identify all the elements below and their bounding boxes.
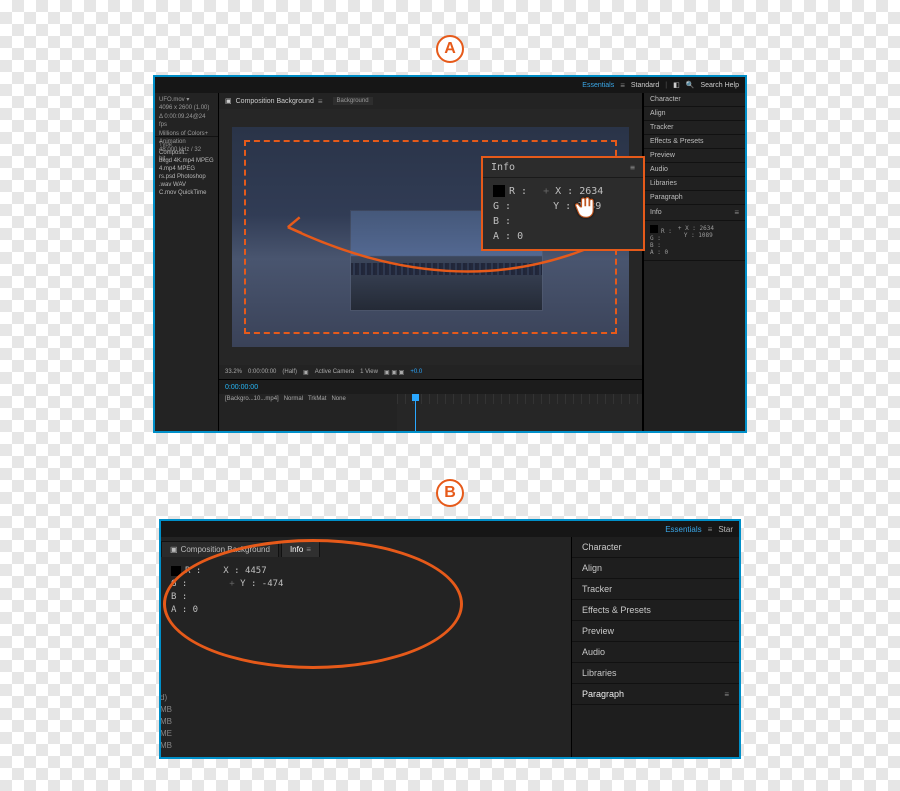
marker-a: A xyxy=(436,35,464,63)
sidebar-item-tracker[interactable]: Tracker xyxy=(572,579,739,600)
docked-panel-group[interactable]: ▣ Composition Background Info ≡ R : G : … xyxy=(161,537,571,757)
comp-tab-bar: ▣ Composition Background ≡ Background xyxy=(219,93,642,109)
workspace-overflow[interactable]: Star xyxy=(718,525,733,534)
sidebar-item-audio[interactable]: Audio xyxy=(644,163,745,177)
project-item-info: UFO.mov ▾ 4096 x 2600 (1.00) Δ 0:00:09.2… xyxy=(155,93,218,137)
composition-panel: ▣ Composition Background ≡ Background xyxy=(219,93,643,431)
timeline-panel[interactable]: 0:00:00:00 [Backgro...10...mp4] Normal T… xyxy=(219,379,642,431)
workspace-essentials[interactable]: Essentials xyxy=(665,525,701,534)
panel-menu-icon[interactable]: ≡ xyxy=(318,97,323,106)
tab-composition[interactable]: ▣ Composition Background xyxy=(161,541,279,557)
comp-tab-title[interactable]: Composition Background xyxy=(236,98,314,105)
comp-icon: ▣ xyxy=(170,545,178,554)
list-item[interactable]: C.mov QuickTime xyxy=(155,189,218,197)
info-panel-title: Info xyxy=(491,162,515,173)
sidebar-item-preview[interactable]: Preview xyxy=(644,149,745,163)
info-panel-docked: R : G : B : A : 0 + X : 2634 Y : 1089 xyxy=(644,221,745,261)
tab-info[interactable]: Info ≡ xyxy=(281,541,320,557)
divider: | xyxy=(665,82,667,89)
workspace-essentials[interactable]: Essentials xyxy=(582,82,614,89)
sidebar-item-preview[interactable]: Preview xyxy=(572,621,739,642)
sidebar-item-align[interactable]: Align xyxy=(572,558,739,579)
camera-view[interactable]: Active Camera xyxy=(315,369,354,375)
sidebar-item-audio[interactable]: Audio xyxy=(572,642,739,663)
comp-subtab[interactable]: Background xyxy=(333,97,373,105)
panel-menu-icon[interactable]: ≡ xyxy=(630,163,635,172)
color-swatch xyxy=(171,566,181,576)
sidebar-item-paragraph[interactable]: Paragraph ≡ xyxy=(572,684,739,705)
search-icon: 🔍 xyxy=(686,81,695,89)
hand-cursor-icon xyxy=(571,194,599,229)
panel-menu-icon[interactable]: ≡ xyxy=(724,690,729,699)
sidebar-item-align[interactable]: Align xyxy=(644,107,745,121)
workspace-bar: Essentials ≡ Standard | ◧ 🔍 Search Help xyxy=(155,77,745,93)
info-rgba: R : G : B : A : 0 xyxy=(171,565,201,617)
right-panel-stack: Character Align Tracker Effects & Preset… xyxy=(643,93,745,431)
search-help[interactable]: Search Help xyxy=(700,82,739,89)
workspace-standard[interactable]: Standard xyxy=(631,82,659,89)
panel-menu-icon[interactable]: ≡ xyxy=(306,545,311,554)
info-panel-floating[interactable]: Info ≡ R : G : B : A : 0 + X : 2634 Y : … xyxy=(481,156,645,251)
list-item[interactable]: rs.psd Photoshop xyxy=(155,173,218,181)
timeline-layers[interactable]: [Backgro...10...mp4] Normal TrkMat None xyxy=(219,394,397,431)
toggle-icon[interactable]: ◧ xyxy=(673,81,680,89)
menu-icon[interactable]: ≡ xyxy=(620,81,625,90)
sidebar-item-libraries[interactable]: Libraries xyxy=(572,663,739,684)
list-item[interactable]: 4.mp4 MPEG xyxy=(155,165,218,173)
list-item[interactable]: Composit.. xyxy=(155,149,218,157)
info-xy: X : 4457 + Y : -474 xyxy=(223,565,283,617)
right-panel-stack: Character Align Tracker Effects & Preset… xyxy=(571,537,739,757)
sidebar-item-paragraph[interactable]: Paragraph xyxy=(644,191,745,205)
workspace-bar: Essentials ≡ Star xyxy=(161,521,739,537)
sidebar-item-tracker[interactable]: Tracker xyxy=(644,121,745,135)
sidebar-item-character[interactable]: Character xyxy=(572,537,739,558)
info-rgba: R : G : B : A : 0 xyxy=(493,184,527,244)
sidebar-item-character[interactable]: Character xyxy=(644,93,745,107)
color-swatch xyxy=(493,185,505,197)
timecode-display[interactable]: 0:00:00:00 xyxy=(248,369,276,375)
timeline-timecode[interactable]: 0:00:00:00 xyxy=(225,384,258,391)
list-item[interactable]: bkgd 4K.mp4 MPEG xyxy=(155,157,218,165)
list-item[interactable]: .wav WAV xyxy=(155,181,218,189)
info-panel-content: R : G : B : A : 0 X : 4457 + Y : -474 xyxy=(161,557,571,625)
panel-menu-icon[interactable]: ≡ xyxy=(734,208,739,217)
color-swatch xyxy=(650,225,658,233)
current-time-indicator[interactable] xyxy=(415,394,416,431)
sidebar-item-libraries[interactable]: Libraries xyxy=(644,177,745,191)
sidebar-item-effects[interactable]: Effects & Presets xyxy=(644,135,745,149)
sidebar-item-info[interactable]: Info≡ xyxy=(644,205,745,221)
skyline-graphic xyxy=(351,263,542,275)
cropped-project-list: d) MB MB ME MB xyxy=(160,693,172,750)
marker-b: B xyxy=(436,479,464,507)
screenshot-b: Essentials ≡ Star ▣ Composition Backgrou… xyxy=(159,519,741,759)
screenshot-a: Essentials ≡ Standard | ◧ 🔍 Search Help … xyxy=(153,75,747,433)
zoom-level[interactable]: 33.2% xyxy=(225,369,242,375)
project-item-list[interactable]: Type Composit.. bkgd 4K.mp4 MPEG 4.mp4 M… xyxy=(155,137,218,431)
menu-icon[interactable]: ≡ xyxy=(708,525,713,534)
composition-viewer[interactable]: Info ≡ R : G : B : A : 0 + X : 2634 Y : … xyxy=(219,109,642,365)
viewer-status-bar[interactable]: 33.2% 0:00:00:00 (Half) ▣ Active Camera … xyxy=(219,365,642,379)
sidebar-item-effects[interactable]: Effects & Presets xyxy=(572,600,739,621)
resolution-setting[interactable]: (Half) xyxy=(282,369,297,375)
exposure[interactable]: +0.0 xyxy=(410,369,422,375)
comp-icon: ▣ xyxy=(225,97,232,105)
project-panel[interactable]: UFO.mov ▾ 4096 x 2600 (1.00) Δ 0:00:09.2… xyxy=(155,93,219,431)
timeline-track[interactable] xyxy=(397,394,642,431)
view-count[interactable]: 1 View xyxy=(360,369,378,375)
time-ruler[interactable] xyxy=(397,394,642,404)
panel-tab-bar: ▣ Composition Background Info ≡ xyxy=(161,537,571,557)
